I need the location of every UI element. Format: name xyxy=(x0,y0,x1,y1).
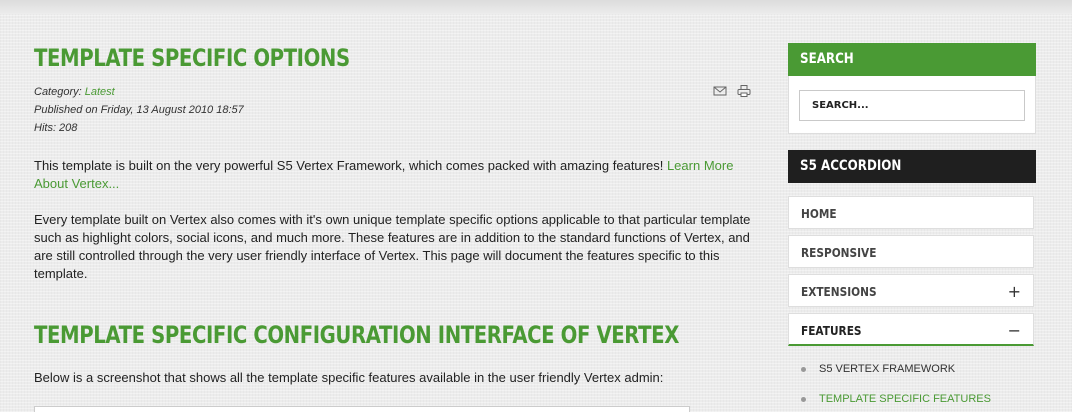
article-title: TEMPLATE SPECIFIC OPTIONS xyxy=(34,44,350,72)
accordion-item-label: FEATURES xyxy=(801,324,862,338)
accordion-item-label: RESPONSIVE xyxy=(801,246,877,260)
sidebar: SEARCH S5 ACCORDION HOME RESPONSIVE EXTE… xyxy=(788,43,1036,412)
section-title: TEMPLATE SPECIFIC CONFIGURATION INTERFAC… xyxy=(34,321,679,349)
description-paragraph: Every template built on Vertex also come… xyxy=(34,212,751,281)
submenu-item-label: S5 VERTEX FRAMEWORK xyxy=(819,363,956,375)
search-module xyxy=(788,76,1036,134)
category-line: Category: Latest xyxy=(34,83,759,101)
screenshot-caption: Below is a screenshot that shows all the… xyxy=(34,370,664,385)
accordion-item-features[interactable]: FEATURES − xyxy=(788,313,1034,346)
article-tools xyxy=(713,85,751,97)
features-submenu: S5 VERTEX FRAMEWORK TEMPLATE SPECIFIC FE… xyxy=(788,360,1036,412)
search-module-header: SEARCH xyxy=(788,43,1036,76)
hits-count: Hits: 208 xyxy=(34,122,78,134)
screenshot-image-frame xyxy=(34,406,690,412)
intro-paragraph: This template is built on the very power… xyxy=(34,157,759,193)
top-band xyxy=(0,0,1072,14)
printer-icon[interactable] xyxy=(737,85,751,97)
submenu-item-template-features[interactable]: TEMPLATE SPECIFIC FEATURES xyxy=(788,390,1036,412)
search-module-title: SEARCH xyxy=(800,51,854,67)
accordion-item-extensions[interactable]: EXTENSIONS + xyxy=(788,274,1034,307)
accordion-title: S5 ACCORDION xyxy=(800,158,902,174)
category-label: Category: xyxy=(34,86,85,98)
submenu-item-label: TEMPLATE SPECIFIC FEATURES xyxy=(819,393,991,405)
search-input[interactable] xyxy=(799,90,1025,121)
published-date: Published on Friday, 13 August 2010 18:5… xyxy=(34,104,244,116)
accordion-item-label: HOME xyxy=(801,207,837,221)
accordion-item-label: EXTENSIONS xyxy=(801,285,877,299)
accordion-header: S5 ACCORDION xyxy=(788,150,1036,183)
accordion-item-responsive[interactable]: RESPONSIVE xyxy=(788,235,1034,268)
article-meta: Category: Latest Published on Friday, 13… xyxy=(34,83,759,137)
envelope-icon[interactable] xyxy=(713,85,727,97)
submenu-item-vertex-framework[interactable]: S5 VERTEX FRAMEWORK xyxy=(788,360,1036,390)
expand-plus-icon[interactable]: + xyxy=(1008,275,1021,308)
intro-text: This template is built on the very power… xyxy=(34,158,667,173)
bullet-icon xyxy=(801,397,806,402)
collapse-minus-icon[interactable]: − xyxy=(1008,314,1021,347)
bullet-icon xyxy=(801,367,806,372)
accordion-item-home[interactable]: HOME xyxy=(788,196,1034,229)
main-content: TEMPLATE SPECIFIC OPTIONS Category: Late… xyxy=(34,40,759,387)
category-link[interactable]: Latest xyxy=(85,86,115,98)
